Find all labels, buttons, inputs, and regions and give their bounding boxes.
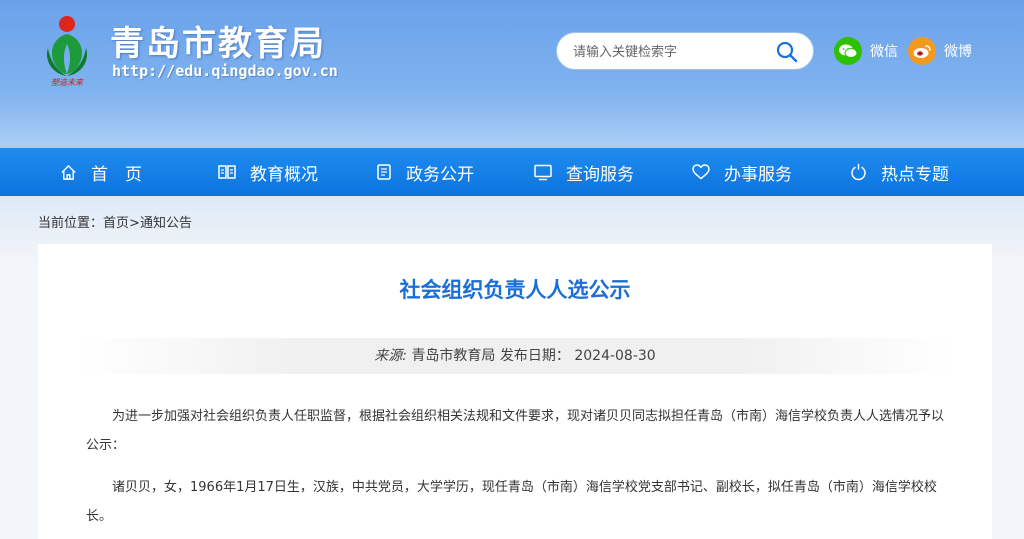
nav-item-query-services[interactable]: 查询服务 xyxy=(534,148,634,196)
nav-item-affairs-services[interactable]: 办事服务 xyxy=(692,148,792,196)
breadcrumb-prefix: 当前位置： xyxy=(38,216,104,231)
book-icon xyxy=(218,165,236,179)
weibo-link[interactable]: 微博 xyxy=(908,36,972,66)
nav-label-home: 首 页 xyxy=(91,164,142,185)
document-icon xyxy=(377,164,391,180)
nav-item-home[interactable]: 首 页 xyxy=(60,148,142,196)
power-icon xyxy=(851,163,866,181)
article-paragraph-2: 诸贝贝，女，1966年1月17日生，汉族，中共党员，大学学历，现任青岛（市南）海… xyxy=(86,480,937,524)
search-icon[interactable] xyxy=(775,40,799,64)
site-header: 塑造未来 青岛市教育局 http://edu.qingdao.gov.cn 微信 xyxy=(0,0,1024,148)
nav-label-government-affairs: 政务公开 xyxy=(406,164,474,185)
article-panel: 社会组织负责人人选公示 来源: 青岛市教育局 发布日期： 2024-08-30 … xyxy=(38,244,992,539)
article-paragraph-1: 为进一步加强对社会组织负责人任职监督，根据社会组织相关法规和文件要求，现对诸贝贝… xyxy=(86,409,945,453)
search-input[interactable] xyxy=(573,41,763,63)
main-nav: 首 页 教育概况 政务公开 查询服务 办事服务 热点专题 xyxy=(0,148,1024,196)
svg-text:塑造未来: 塑造未来 xyxy=(51,78,84,86)
nav-label-affairs-services: 办事服务 xyxy=(724,164,792,185)
breadcrumb-home-link[interactable]: 首页 xyxy=(103,216,129,231)
nav-label-hot-topics: 热点专题 xyxy=(881,164,949,185)
date-label: 发布日期： xyxy=(499,348,570,364)
date-value: 2024-08-30 xyxy=(574,348,656,364)
weibo-label: 微博 xyxy=(944,44,972,60)
breadcrumb-separator: > xyxy=(129,216,140,231)
article-title: 社会组织负责人人选公示 xyxy=(399,278,631,302)
breadcrumb: 当前位置：首页>通知公告 xyxy=(38,212,192,231)
search-box xyxy=(556,32,814,70)
nav-item-hot-topics[interactable]: 热点专题 xyxy=(850,148,949,196)
heart-icon xyxy=(692,164,710,180)
source-label: 来源: xyxy=(374,348,407,364)
nav-label-education-overview: 教育概况 xyxy=(250,164,318,185)
breadcrumb-current-link[interactable]: 通知公告 xyxy=(140,216,192,231)
site-title: 青岛市教育局 xyxy=(110,24,326,64)
wechat-icon xyxy=(834,37,862,65)
monitor-icon xyxy=(534,164,552,180)
weibo-icon xyxy=(908,37,936,65)
source-value: 青岛市教育局 xyxy=(411,348,496,364)
nav-item-education-overview[interactable]: 教育概况 xyxy=(218,148,318,196)
site-url: http://edu.qingdao.gov.cn xyxy=(112,62,338,80)
education-bureau-logo[interactable]: 塑造未来 xyxy=(38,8,96,86)
wechat-label: 微信 xyxy=(870,44,898,60)
wechat-link[interactable]: 微信 xyxy=(834,36,898,66)
nav-item-government-affairs[interactable]: 政务公开 xyxy=(376,148,474,196)
article-meta: 来源: 青岛市教育局 发布日期： 2024-08-30 xyxy=(78,338,952,374)
home-icon xyxy=(61,164,76,180)
nav-label-query-services: 查询服务 xyxy=(566,164,634,185)
